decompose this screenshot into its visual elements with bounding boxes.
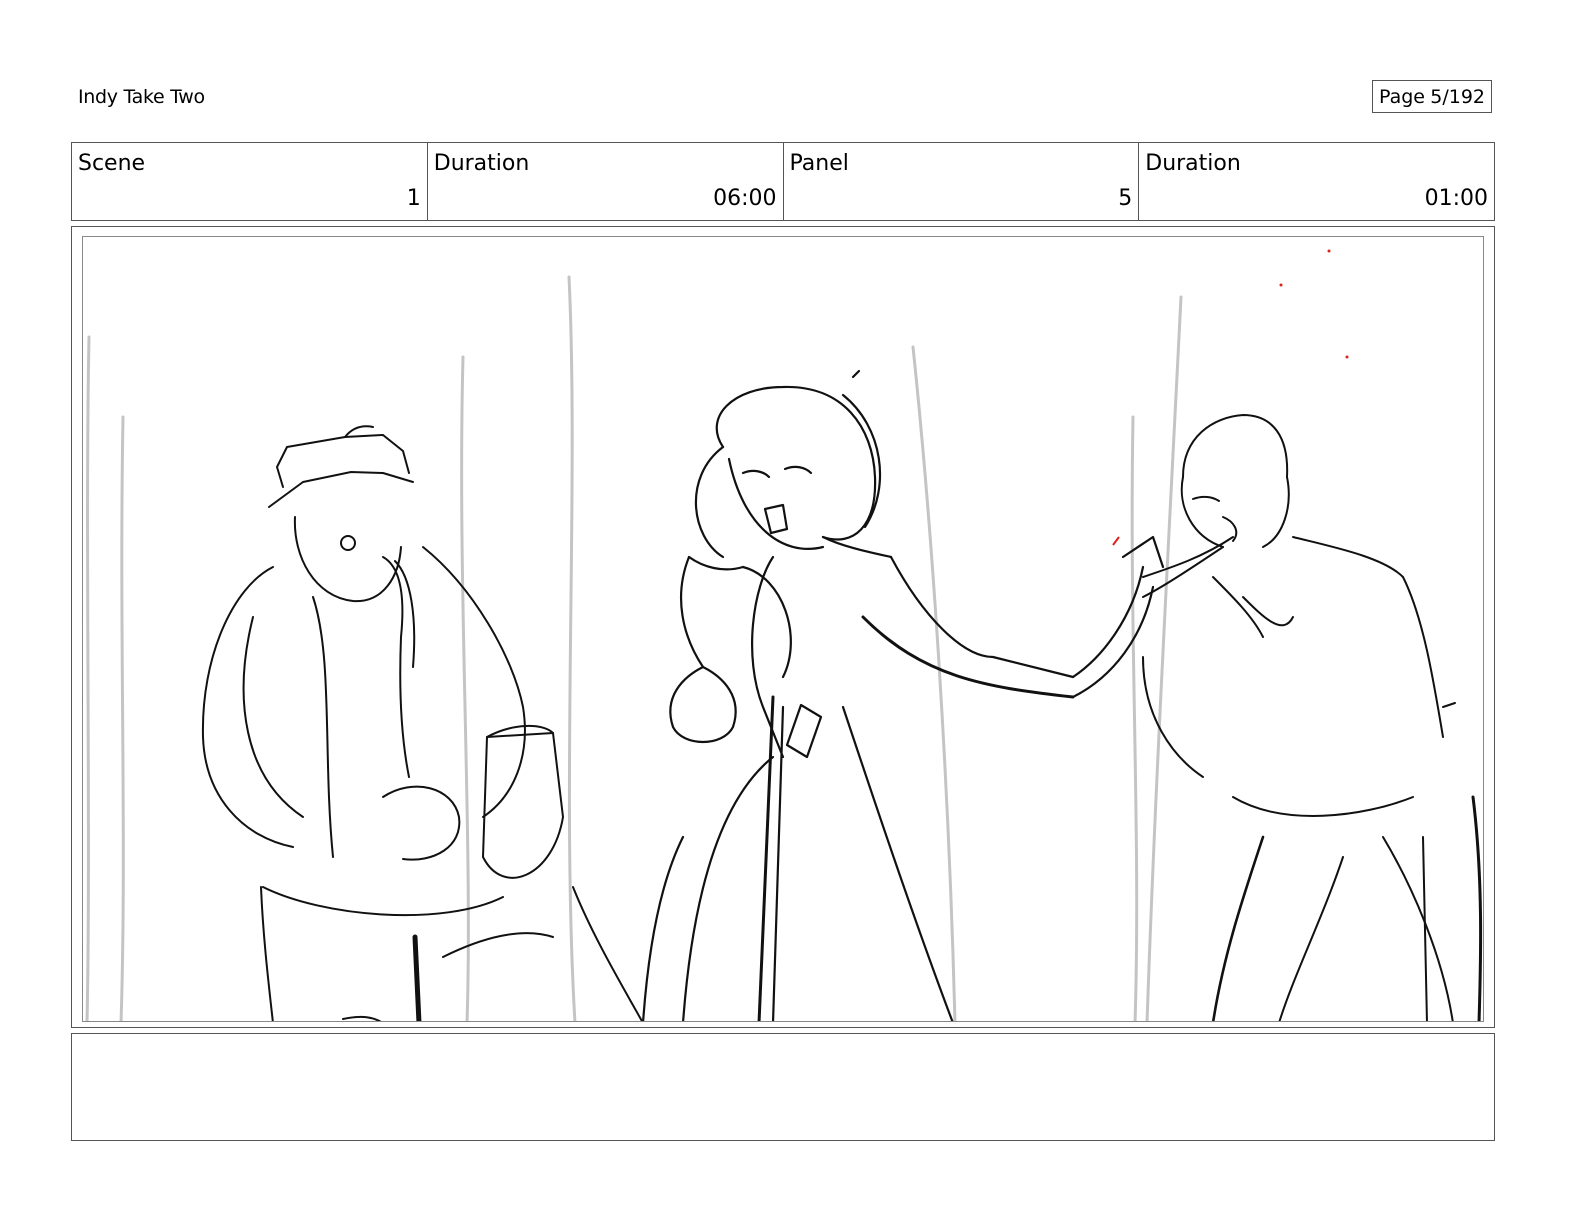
panel-value: 5 — [1118, 186, 1133, 211]
storyboard-sketch — [85, 249, 1483, 1021]
panel-duration-label: Duration — [1145, 151, 1241, 176]
panel-cell: Panel 5 — [784, 143, 1140, 220]
curtain-lines — [85, 275, 1183, 1021]
storyboard-panel-frame — [71, 226, 1495, 1028]
page-indicator: Page 5/192 — [1372, 80, 1492, 113]
red-accent-marks — [1112, 249, 1349, 546]
trumpet-player-sketch — [1142, 414, 1483, 1021]
notes-area — [71, 1033, 1495, 1141]
panel-duration-cell: Duration 01:00 — [1139, 143, 1494, 220]
storyboard-meta-table: Scene 1 Duration 06:00 Panel 5 Duration … — [71, 142, 1495, 221]
scene-duration-label: Duration — [433, 151, 530, 176]
page-label: Page — [1379, 85, 1425, 108]
panel-label: Panel — [789, 151, 849, 176]
scene-label: Scene — [78, 151, 146, 176]
scene-duration-value: 06:00 — [713, 186, 777, 211]
scene-duration-cell: Duration 06:00 — [428, 143, 784, 220]
scene-cell: Scene 1 — [72, 143, 428, 220]
scene-value: 1 — [406, 186, 421, 211]
sax-player-sketch — [201, 425, 644, 1021]
document-title: Indy Take Two — [78, 86, 205, 108]
storyboard-drawing-area — [82, 236, 1484, 1022]
page-number: 5/192 — [1430, 85, 1485, 108]
panel-duration-value: 01:00 — [1424, 186, 1488, 211]
singer-sketch — [642, 369, 1165, 1021]
